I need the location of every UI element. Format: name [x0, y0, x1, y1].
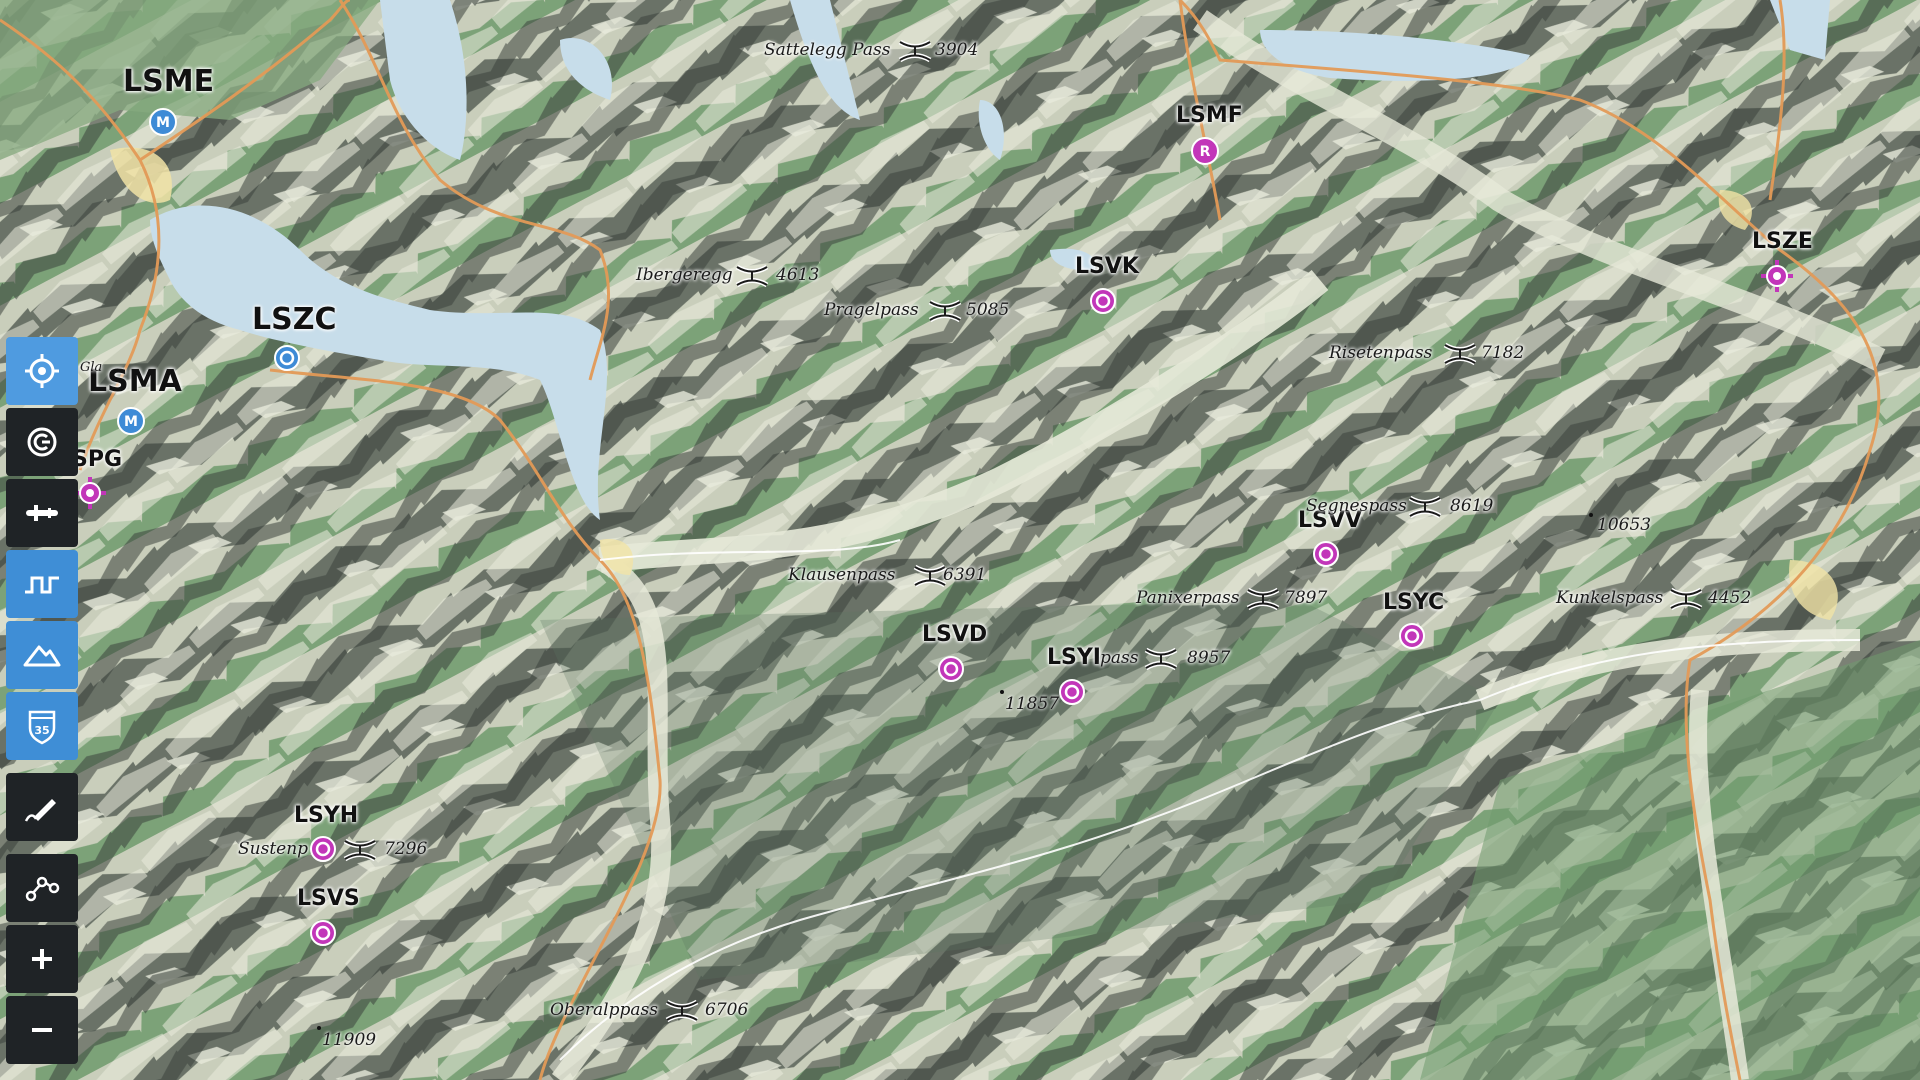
terrain-mountain-icon — [23, 645, 61, 667]
pass-altitude-label: 6391 — [943, 565, 987, 585]
peak-altitude-label: 11909 — [322, 1030, 377, 1050]
pass-altitude-label: 8957 — [1187, 648, 1231, 668]
pass-altitude-label: 6706 — [705, 1000, 749, 1020]
route-nodes-icon — [25, 876, 60, 902]
pass-altitude-label: 7182 — [1481, 343, 1525, 363]
terrain-button[interactable] — [6, 621, 78, 689]
map-toolbar: 35 — [6, 337, 78, 1067]
map-labels-layer: LSME LSZC LSMA LSPG LSMF LSVK LSZE LSVV LSYC LSVD… — [0, 0, 1920, 1080]
peak-dot — [1589, 513, 1593, 517]
mountain-pass-icon — [343, 838, 377, 862]
peak-dot — [1000, 690, 1004, 694]
crosshair-locate-icon — [25, 354, 59, 388]
zoom-out-button[interactable] — [6, 996, 78, 1064]
peak-altitude-label: 11857 — [1005, 694, 1060, 714]
route-button[interactable] — [6, 854, 78, 922]
pass-name-label: Panixerpass — [1136, 588, 1240, 608]
pass-name-label: Segnespass — [1306, 496, 1407, 516]
vertical-profile-button[interactable] — [6, 550, 78, 618]
airspace-shield-icon: 35 — [28, 710, 56, 745]
pass-altitude-label: 8619 — [1450, 496, 1494, 516]
airfield-label-lsvd: LSVD — [922, 622, 988, 647]
mountain-pass-icon — [735, 264, 769, 288]
mountain-pass-icon — [1443, 342, 1477, 366]
town-label-fragment: Gla — [80, 360, 103, 375]
pass-name-label: Sattelegg Pass — [764, 40, 891, 60]
peak-dot — [317, 1026, 321, 1030]
locate-button[interactable] — [6, 337, 78, 405]
draw-button[interactable] — [6, 773, 78, 841]
pass-altitude-label: 5085 — [966, 300, 1010, 320]
terrain-map[interactable]: M M R LSME LSZC LSMA LSPG LSMF LSVK LSZE… — [0, 0, 1920, 1080]
mountain-pass-icon — [1669, 587, 1703, 611]
airfield-label-lsyc: LSYC — [1383, 590, 1445, 615]
mountain-pass-icon — [898, 39, 932, 63]
airfield-label-lsmf: LSMF — [1176, 103, 1243, 128]
pass-altitude-label: 7296 — [384, 839, 428, 859]
airfield-label-lsyi: LSYI — [1047, 645, 1101, 670]
compass-orient-icon — [27, 427, 57, 457]
airfield-label-lsyh: LSYH — [294, 803, 359, 828]
mountain-pass-icon — [1408, 495, 1442, 519]
pass-name-label: Klausenpass — [788, 565, 896, 585]
zoom-out-icon — [32, 1028, 52, 1032]
airfield-label-lsze: LSZE — [1752, 229, 1813, 254]
pass-altitude-label: 3904 — [935, 40, 979, 60]
peak-altitude-label: 10653 — [1597, 515, 1652, 535]
draw-pen-icon — [24, 799, 56, 822]
mountain-pass-icon — [665, 999, 699, 1023]
pass-name-label: Oberalppass — [550, 1000, 658, 1020]
airfield-label-lsvs: LSVS — [297, 886, 360, 911]
aircraft-profile-button[interactable] — [6, 479, 78, 547]
airplane-profile-icon — [26, 505, 58, 521]
airfield-label-lszc: LSZC — [252, 302, 337, 337]
pass-name-label: Pragelpass — [824, 300, 919, 320]
pass-altitude-label: 4613 — [776, 265, 820, 285]
zoom-in-button[interactable] — [6, 925, 78, 993]
vertical-profile-icon — [25, 576, 59, 594]
pass-name-label: Risetenpass — [1329, 343, 1433, 363]
mountain-pass-icon — [1246, 587, 1280, 611]
airspace-button[interactable]: 35 — [6, 692, 78, 760]
orientation-button[interactable] — [6, 408, 78, 476]
pass-name-label: Sustenp — [238, 839, 309, 859]
pass-name-label: Ibergeregg — [636, 265, 733, 285]
pass-altitude-label: 4452 — [1708, 588, 1752, 608]
zoom-in-icon — [32, 949, 52, 969]
pass-name-label: pass — [1100, 648, 1139, 668]
mountain-pass-icon — [913, 564, 947, 588]
mountain-pass-icon — [928, 299, 962, 323]
pass-name-label: Kunkelspass — [1556, 588, 1664, 608]
airspace-shield-label: 35 — [34, 724, 49, 737]
airfield-label-lsme: LSME — [123, 64, 215, 99]
airfield-label-lsvk: LSVK — [1075, 254, 1139, 279]
mountain-pass-icon — [1144, 647, 1178, 671]
pass-altitude-label: 7897 — [1284, 588, 1328, 608]
